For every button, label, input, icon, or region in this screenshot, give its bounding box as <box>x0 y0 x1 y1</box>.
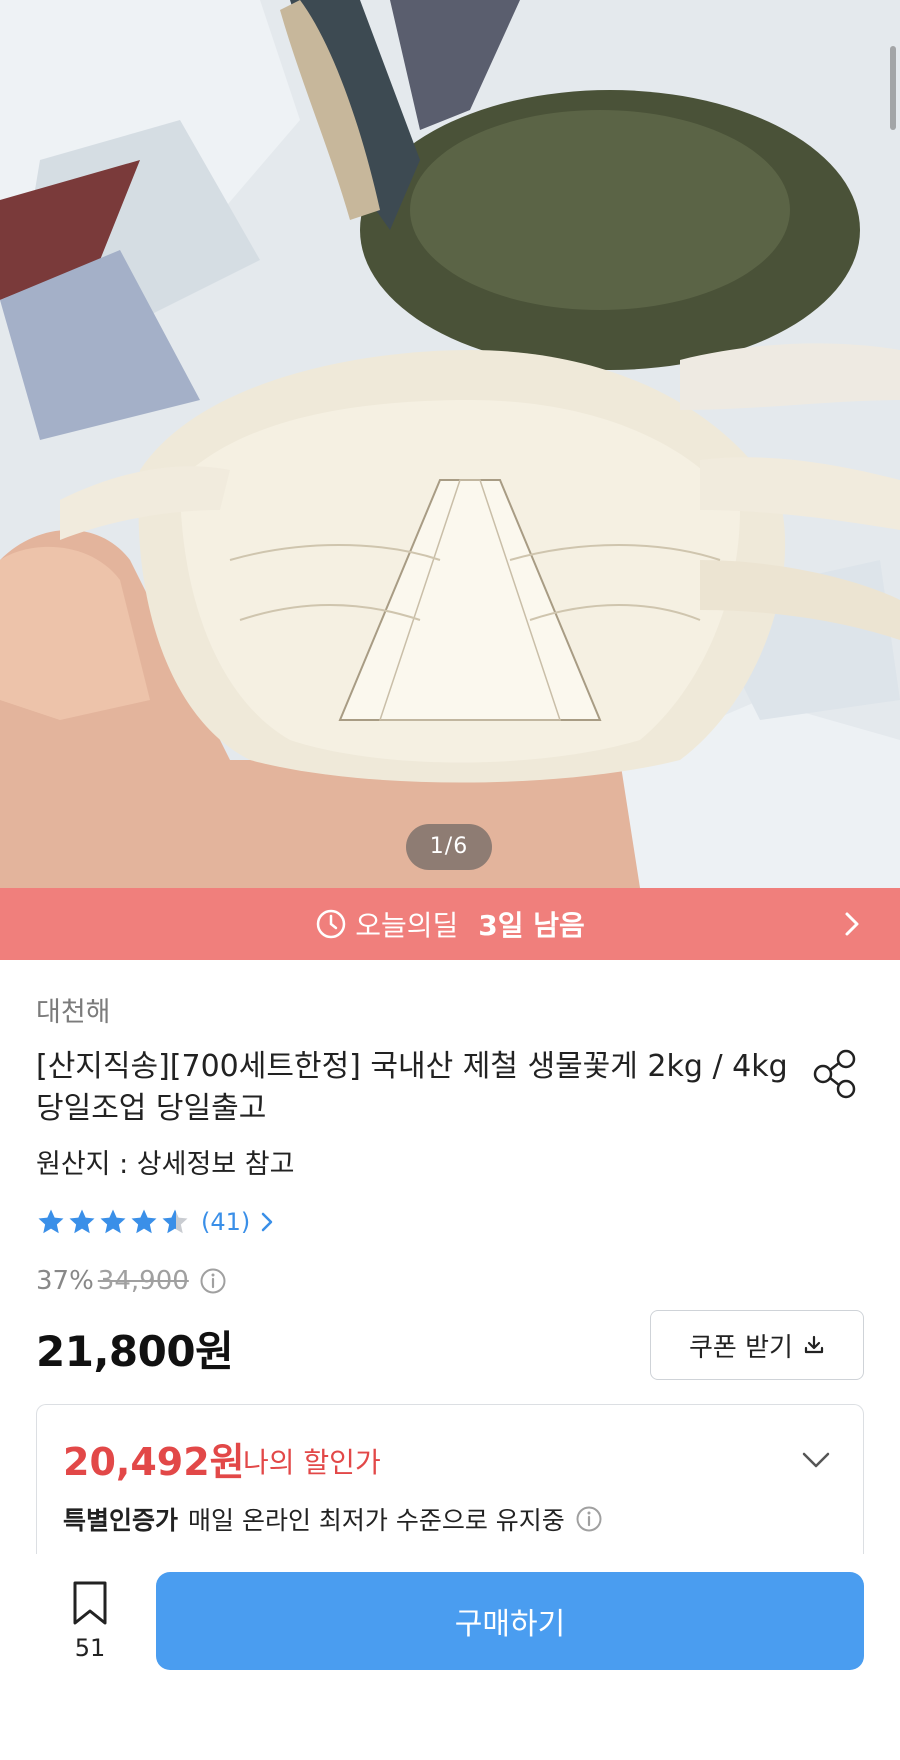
my-discount-label: 나의 할인가 <box>243 1446 381 1479</box>
bookmark-button[interactable]: 51 <box>60 1580 120 1670</box>
review-count: (41) <box>201 1208 251 1236</box>
chevron-right-icon <box>845 912 859 936</box>
share-icon[interactable] <box>810 1048 862 1100</box>
origin-info: 원산지 : 상세정보 참고 <box>36 1149 295 1180</box>
bottom-action-bar: 51 구매하기 <box>0 1554 900 1760</box>
star-half-icon <box>162 1209 188 1234</box>
chevron-right-icon <box>262 1212 273 1232</box>
info-icon[interactable] <box>199 1267 227 1295</box>
star-full-icon <box>69 1209 95 1234</box>
deal-remaining: 3일 남음 <box>478 909 585 942</box>
discount-row: 37% 34,900 <box>36 1266 227 1296</box>
chevron-down-icon[interactable] <box>799 1443 833 1477</box>
product-title: [산지직송][700세트한정] 국내산 제철 생물꽃게 2kg / 4kg 당일… <box>36 1049 788 1126</box>
coupon-label: 쿠폰 받기 <box>689 1332 793 1363</box>
star-full-icon <box>100 1209 126 1234</box>
special-price-title: 특별인증가 <box>63 1506 179 1535</box>
star-full-icon <box>38 1209 64 1234</box>
special-price-text: 매일 온라인 최저가 수준으로 유지중 <box>188 1506 565 1535</box>
bookmark-icon <box>73 1581 107 1625</box>
download-icon <box>804 1335 824 1354</box>
bookmark-count: 51 <box>74 1634 106 1662</box>
image-page-indicator: 1/6 <box>406 824 492 870</box>
clock-icon <box>316 909 346 939</box>
coupon-button[interactable]: 쿠폰 받기 <box>650 1310 864 1380</box>
todays-deal-banner[interactable]: 오늘의딜 3일 남음 <box>0 888 900 960</box>
original-price: 34,900 <box>97 1266 189 1296</box>
my-discount-panel[interactable]: 20,492원 나의 할인가 특별인증가 매일 온라인 최저가 수준으로 유지중 <box>36 1404 864 1564</box>
discount-rate: 37% <box>36 1266 94 1296</box>
special-price-note: 특별인증가 매일 온라인 최저가 수준으로 유지중 <box>63 1501 603 1537</box>
product-photo <box>0 0 900 888</box>
seller-name[interactable]: 대천해 <box>36 990 111 1029</box>
star-full-icon <box>131 1209 157 1234</box>
scroll-indicator[interactable] <box>890 46 896 130</box>
deal-label: 오늘의딜 <box>355 909 459 942</box>
buy-button[interactable]: 구매하기 <box>156 1572 864 1670</box>
sale-price: 21,800원 <box>36 1327 234 1376</box>
info-icon[interactable] <box>575 1505 603 1533</box>
my-discount-price: 20,492원 <box>63 1440 245 1484</box>
rating-summary[interactable]: (41) <box>36 1204 278 1240</box>
product-image-gallery[interactable]: 1/6 <box>0 0 900 888</box>
